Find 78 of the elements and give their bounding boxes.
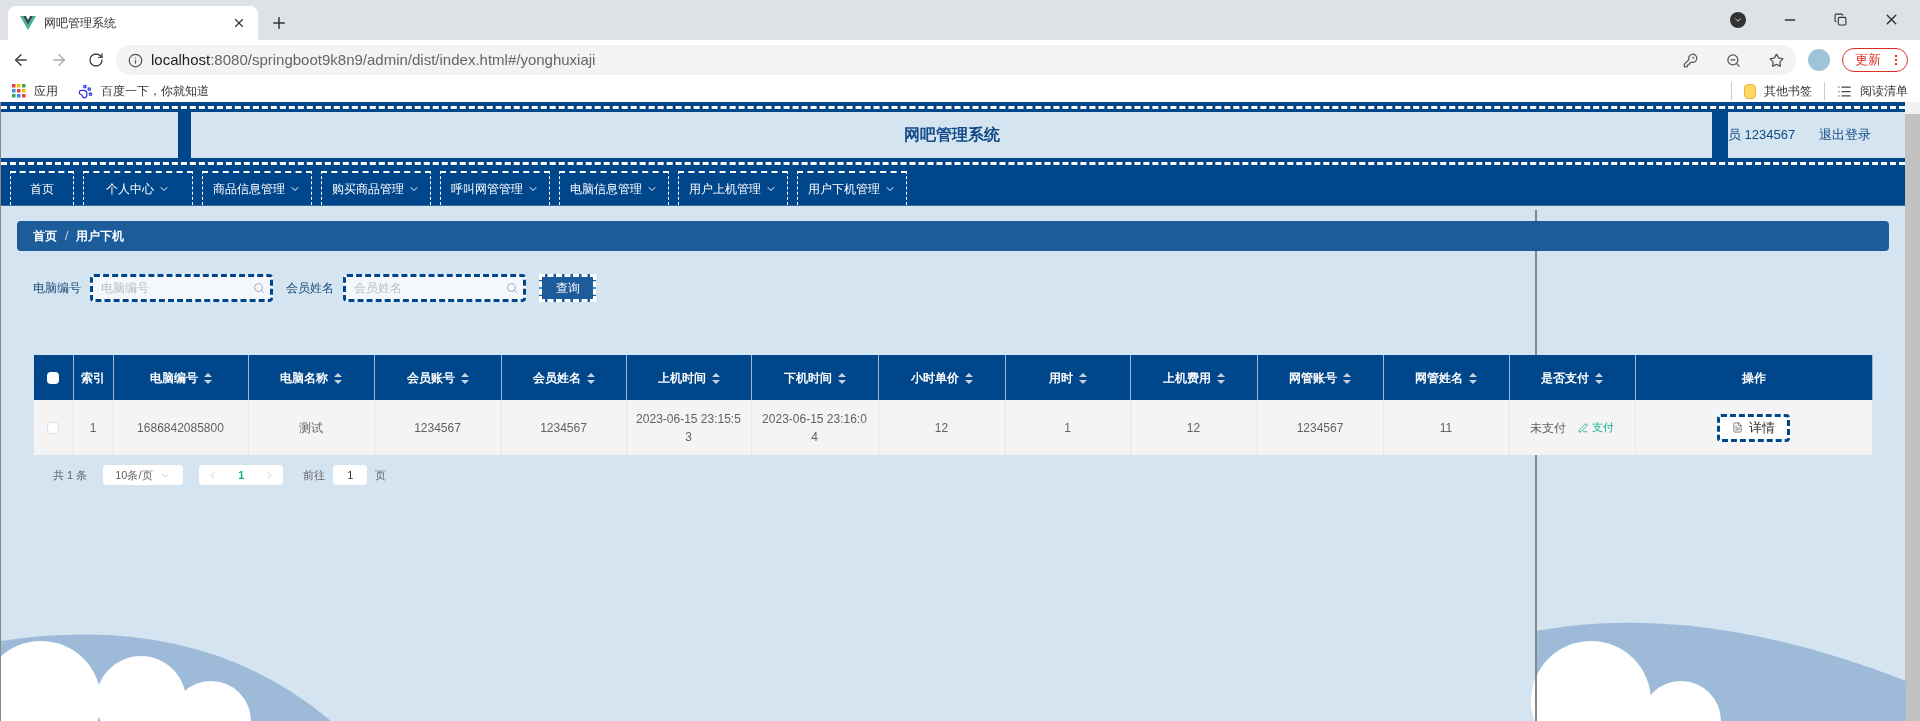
tab-search-icon[interactable] (1730, 11, 1746, 28)
table-cell: 1 (1064, 420, 1071, 435)
vue-logo-icon (20, 16, 36, 30)
nav-menu-item[interactable]: 首页 (10, 171, 74, 205)
sort-icon[interactable] (837, 372, 846, 384)
table-cell: 1686842085800 (137, 420, 224, 435)
table-cell: 2023-06-15 23:16:04 (762, 411, 867, 444)
nav-menu-item[interactable]: 商品信息管理 (202, 171, 312, 205)
reload-icon[interactable] (88, 52, 104, 68)
logout-link[interactable]: 退出登录 (1819, 125, 1872, 145)
nav-menu-item[interactable]: 用户下机管理 (797, 171, 907, 205)
table-cell: 1234567 (414, 420, 461, 435)
list-icon (1837, 83, 1852, 99)
new-tab-icon[interactable] (270, 14, 288, 32)
scrollbar[interactable] (1905, 102, 1920, 721)
sort-icon[interactable] (1469, 372, 1477, 384)
field-label: 会员姓名 (286, 280, 334, 297)
document-icon (1732, 422, 1744, 433)
user-label: 员 1234567 (1728, 126, 1796, 145)
back-icon[interactable] (12, 51, 30, 69)
sort-icon[interactable] (1595, 372, 1603, 384)
field-label: 电脑编号 (33, 280, 81, 297)
sort-icon[interactable] (1343, 372, 1351, 384)
detail-button[interactable]: 详情 (1717, 413, 1791, 442)
zoom-out-icon[interactable] (1726, 52, 1741, 68)
bookmark-item[interactable]: 其他书签 (1731, 82, 1812, 100)
query-button[interactable]: 查询 (539, 274, 596, 302)
sort-icon[interactable] (203, 372, 212, 384)
paw-icon (78, 83, 93, 99)
nav-menu-item[interactable]: 购买商品管理 (321, 171, 431, 205)
row-checkbox[interactable] (47, 422, 60, 435)
browser-tab[interactable]: 网吧管理系统 (8, 6, 258, 40)
search-icon (253, 282, 265, 294)
sort-icon[interactable] (460, 372, 469, 384)
app-title: 网吧管理系统 (903, 125, 1000, 145)
goto-page-field[interactable]: 1 (333, 465, 368, 485)
apps-grid-icon (12, 84, 26, 98)
sort-icon[interactable] (964, 372, 973, 384)
table-cell: 11 (1439, 420, 1453, 435)
folder-icon (1744, 83, 1756, 99)
restore-icon[interactable] (1834, 13, 1847, 26)
sort-icon[interactable] (334, 372, 342, 384)
goto-label: 前往 (303, 467, 326, 483)
table-cell: 1234567 (1296, 420, 1344, 435)
nav-menu-item[interactable]: 呼叫网管管理 (440, 171, 550, 205)
close-icon[interactable] (232, 16, 246, 30)
address-bar[interactable]: localhost:8080/springboot9k8n9/admin/dist/index.html#/yonghuxiaji (116, 45, 1796, 75)
bookmark-item[interactable]: 应用 (12, 82, 58, 100)
url-text: localhost:8080/springboot9k8n9/admin/dist/index.html#/yonghuxiaji (151, 49, 597, 70)
table-cell: 2023-06-15 23:15:53 (636, 411, 741, 444)
sort-icon[interactable] (1216, 372, 1225, 384)
table-cell: 12 (934, 420, 949, 435)
breadcrumb-separator: / (65, 228, 69, 245)
select-all-checkbox[interactable] (47, 372, 60, 385)
table-cell: 1 (89, 420, 97, 435)
breadcrumb-item: 用户下机 (76, 228, 125, 245)
search-icon (506, 282, 518, 294)
breadcrumb-item[interactable]: 首页 (33, 227, 57, 245)
table-cell: 12 (1186, 420, 1201, 435)
sort-icon[interactable] (586, 372, 595, 384)
nav-menu-item[interactable]: 个人中心 (83, 171, 193, 205)
bookmark-item[interactable]: 百度一下，你就知道 (78, 82, 209, 100)
bookmark-item[interactable]: 阅读清单 (1824, 82, 1908, 100)
key-icon[interactable] (1683, 52, 1698, 68)
star-icon[interactable] (1769, 52, 1784, 68)
pen-icon (1578, 422, 1588, 433)
tab-title: 网吧管理系统 (44, 15, 117, 32)
table-cell: 测试 (299, 420, 323, 435)
info-icon (128, 52, 143, 68)
total-count: 共 1 条 (53, 467, 88, 483)
nav-menu-item[interactable]: 用户上机管理 (678, 171, 788, 205)
nav-menu-item[interactable]: 电脑信息管理 (559, 171, 669, 205)
sort-icon[interactable] (711, 372, 720, 384)
table-cell: 1234567 (540, 420, 587, 435)
payment-status: 未支付 (1530, 419, 1566, 437)
sort-icon[interactable] (1078, 372, 1087, 384)
page-unit-label: 页 (375, 467, 387, 483)
page-size-select[interactable]: 10条/页 (103, 465, 184, 485)
